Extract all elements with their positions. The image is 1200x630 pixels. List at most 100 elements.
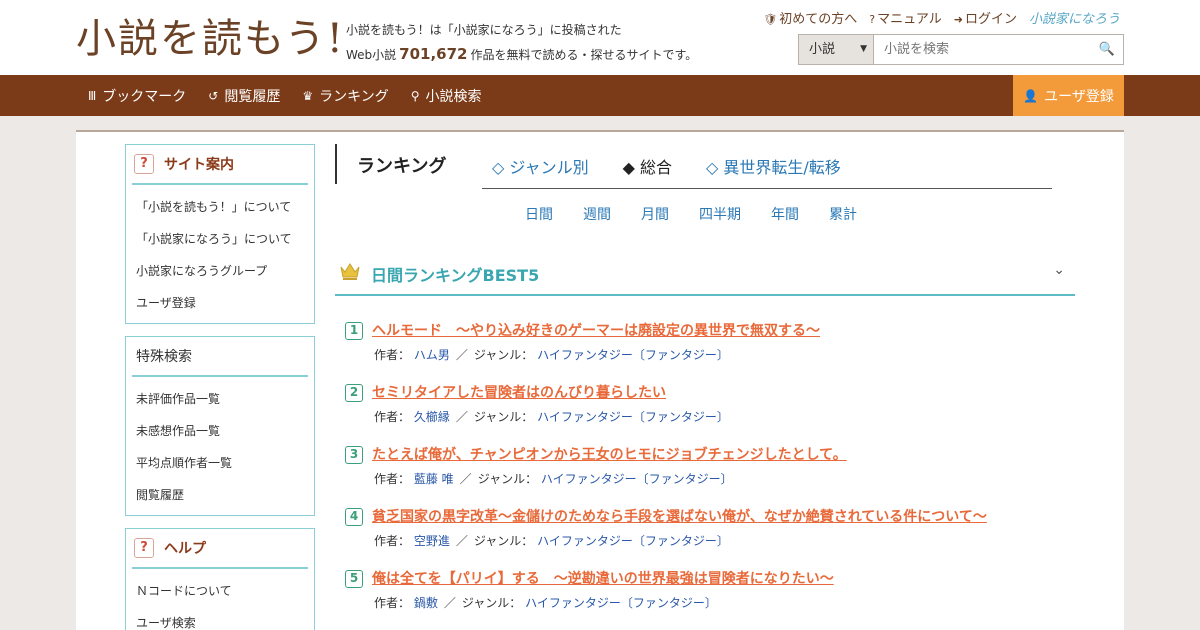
rank-badge: 4 (345, 508, 363, 526)
ranking-title: ランキング (357, 156, 447, 177)
sidebar-site-info-header: ? サイト案内 (132, 145, 308, 185)
period-weekly[interactable]: 週間 (583, 204, 611, 224)
sidebar-item-about-yomou[interactable]: 「小説を読もう！」について (126, 191, 314, 223)
tab-isekai[interactable]: ◇ 異世界転生/転移 (706, 154, 841, 178)
search-icon: 🔍 (1098, 42, 1116, 57)
genre-link[interactable]: ハイファンタジー〔ファンタジー〕 (537, 348, 729, 362)
sidebar-item-history[interactable]: 閲覧履歴 (126, 479, 314, 511)
sidebar-help: ? ヘルプ Ｎコードについて ユーザ検索 (125, 528, 315, 630)
genre-label: ジャンル： (461, 596, 522, 610)
novel-title-link[interactable]: 俺は全てを【パリイ】する 〜逆勘違いの世界最強は冒険者になりたい〜 (372, 568, 834, 588)
novel-title-link[interactable]: セミリタイアした冒険者はのんびり暮らしたい (372, 382, 666, 402)
author-link[interactable]: 空野進 (414, 534, 450, 548)
chevron-down-icon[interactable]: ⌄ (1053, 262, 1065, 278)
site-header: 小説を読もう! 小説を読もう！は「小説家になろう」に投稿された Web小説 701… (0, 0, 1200, 75)
nav-novel-search[interactable]: ⚲ 小説検索 (411, 86, 482, 106)
novel-meta: 作者： 久櫛縁／ジャンル： ハイファンタジー〔ファンタジー〕 (374, 410, 729, 424)
author-link[interactable]: 藍藤 唯 (414, 472, 454, 486)
nav-ranking[interactable]: ♛ ランキング (302, 86, 388, 106)
sidebar-site-info: ? サイト案内 「小説を読もう！」について 「小説家になろう」について 小説家にな… (125, 144, 315, 324)
period-quarterly[interactable]: 四半期 (699, 204, 741, 224)
nav-bookmark[interactable]: Ⅲ ブックマーク (88, 86, 186, 106)
nav-history[interactable]: ↺ 閲覧履歴 (208, 86, 280, 106)
ranking-header-bar (335, 144, 337, 184)
crown-icon: ♛ (302, 88, 314, 103)
site-logo[interactable]: 小説を読もう! (76, 14, 345, 64)
novel-meta: 作者： 空野進／ジャンル： ハイファンタジー〔ファンタジー〕 (374, 534, 729, 548)
first-time-link[interactable]: 🛡 初めての方へ (763, 8, 857, 27)
genre-link[interactable]: ハイファンタジー〔ファンタジー〕 (525, 596, 717, 610)
novel-meta: 作者： ハム男／ジャンル： ハイファンタジー〔ファンタジー〕 (374, 348, 729, 362)
sidebar-item-user-register[interactable]: ユーザ登録 (126, 287, 314, 319)
author-link[interactable]: ハム男 (414, 348, 450, 362)
genre-link[interactable]: ハイファンタジー〔ファンタジー〕 (537, 410, 729, 424)
genre-label: ジャンル： (473, 348, 534, 362)
author-label: 作者： (374, 410, 411, 424)
sidebar-help-header: ? ヘルプ (132, 529, 308, 569)
search-bar: 小説▼ 🔍 (798, 34, 1124, 65)
tagline-line1: 小説を読もう！は「小説家になろう」に投稿された (346, 23, 622, 37)
genre-label: ジャンル： (477, 472, 538, 486)
sidebar-item-author-average[interactable]: 平均点順作者一覧 (126, 447, 314, 479)
history-icon: ↺ (208, 88, 219, 103)
novel-title-link[interactable]: ヘルモード ～やり込み好きのゲーマーは廃設定の異世界で無双する～ (372, 320, 820, 340)
novel-title-link[interactable]: 貧乏国家の黒字改革〜金儲けのためなら手段を選ばない俺が、なぜか絶賛されている件に… (372, 506, 987, 526)
sidebar-special-search: 特殊検索 未評価作品一覧 未感想作品一覧 平均点順作者一覧 閲覧履歴 (125, 336, 315, 516)
bookmark-icon: Ⅲ (88, 88, 97, 103)
tabs-divider (482, 188, 1052, 189)
genre-label: ジャンル： (473, 534, 534, 548)
ranking-tabs: ◇ ジャンル別 ◆ 総合 ◇ 異世界転生/転移 (492, 154, 841, 178)
sidebar-item-no-reviews[interactable]: 未感想作品一覧 (126, 415, 314, 447)
caret-down-icon: ▼ (860, 44, 867, 54)
genre-link[interactable]: ハイファンタジー〔ファンタジー〕 (541, 472, 733, 486)
author-link[interactable]: 鍋敷 (414, 596, 438, 610)
tab-genre[interactable]: ◇ ジャンル別 (492, 154, 589, 178)
genre-link[interactable]: ハイファンタジー〔ファンタジー〕 (537, 534, 729, 548)
rank-badge: 3 (345, 446, 363, 464)
period-cumulative[interactable]: 累計 (829, 204, 857, 224)
manual-link[interactable]: ? マニュアル (869, 8, 941, 27)
search-button[interactable]: 🔍 (1091, 35, 1123, 64)
rank-badge: 2 (345, 384, 363, 402)
author-link[interactable]: 久櫛縁 (414, 410, 450, 424)
novel-meta: 作者： 藍藤 唯／ジャンル： ハイファンタジー〔ファンタジー〕 (374, 472, 733, 486)
sidebar-item-narou-group[interactable]: 小説家になろうグループ (126, 255, 314, 287)
main-nav: Ⅲ ブックマーク ↺ 閲覧履歴 ♛ ランキング ⚲ 小説検索 👤 ユーザ登録 (0, 75, 1200, 116)
author-label: 作者： (374, 472, 411, 486)
question-circle-icon: ? (869, 13, 876, 26)
search-input[interactable] (874, 35, 1091, 64)
best5-header[interactable]: 日間ランキングBEST5 ⌄ (335, 252, 1075, 296)
author-label: 作者： (374, 534, 411, 548)
narou-brand-link[interactable]: 小説家になろう (1029, 8, 1120, 27)
search-category-select[interactable]: 小説 ▼ (799, 35, 874, 64)
sidebar-item-about-narou[interactable]: 「小説家になろう」について (126, 223, 314, 255)
login-link[interactable]: ➜ ログイン (954, 8, 1017, 27)
question-icon: ? (134, 538, 154, 558)
tagline-suffix: 作品を無料で読める・探せるサイトです。 (470, 48, 698, 62)
sidebar-special-search-header: 特殊検索 (132, 337, 308, 377)
sidebar-item-unrated[interactable]: 未評価作品一覧 (126, 383, 314, 415)
crown-icon (340, 263, 360, 280)
period-monthly[interactable]: 月間 (641, 204, 669, 224)
tab-overall[interactable]: ◆ 総合 (623, 154, 672, 178)
top-links: 🛡 初めての方へ ? マニュアル ➜ ログイン 小説家になろう (763, 8, 1120, 27)
tagline-prefix: Web小説 (346, 48, 397, 62)
sidebar-item-ncode[interactable]: Ｎコードについて (126, 575, 314, 607)
novel-title-link[interactable]: たとえば俺が、チャンピオンから王女のヒモにジョブチェンジしたとして。 (372, 444, 847, 464)
register-button[interactable]: 👤 ユーザ登録 (1013, 75, 1124, 116)
rank-badge: 5 (345, 570, 363, 588)
rank-badge: 1 (345, 322, 363, 340)
genre-label: ジャンル： (473, 410, 534, 424)
site-tagline: 小説を読もう！は「小説家になろう」に投稿された Web小説 701,672 作品を無… (346, 18, 697, 67)
author-label: 作者： (374, 596, 411, 610)
period-daily[interactable]: 日間 (525, 204, 553, 224)
login-icon: ➜ (953, 13, 963, 26)
sidebar-item-user-search[interactable]: ユーザ検索 (126, 607, 314, 630)
novel-count: 701,672 (399, 45, 468, 63)
author-label: 作者： (374, 348, 411, 362)
tagline-line2: Web小説 701,672 作品を無料で読める・探せるサイトです。 (346, 42, 697, 67)
main-panel: ? サイト案内 「小説を読もう！」について 「小説家になろう」について 小説家にな… (76, 130, 1124, 630)
shield-icon: 🛡 (763, 13, 778, 26)
period-yearly[interactable]: 年間 (771, 204, 799, 224)
question-icon: ? (134, 154, 154, 174)
